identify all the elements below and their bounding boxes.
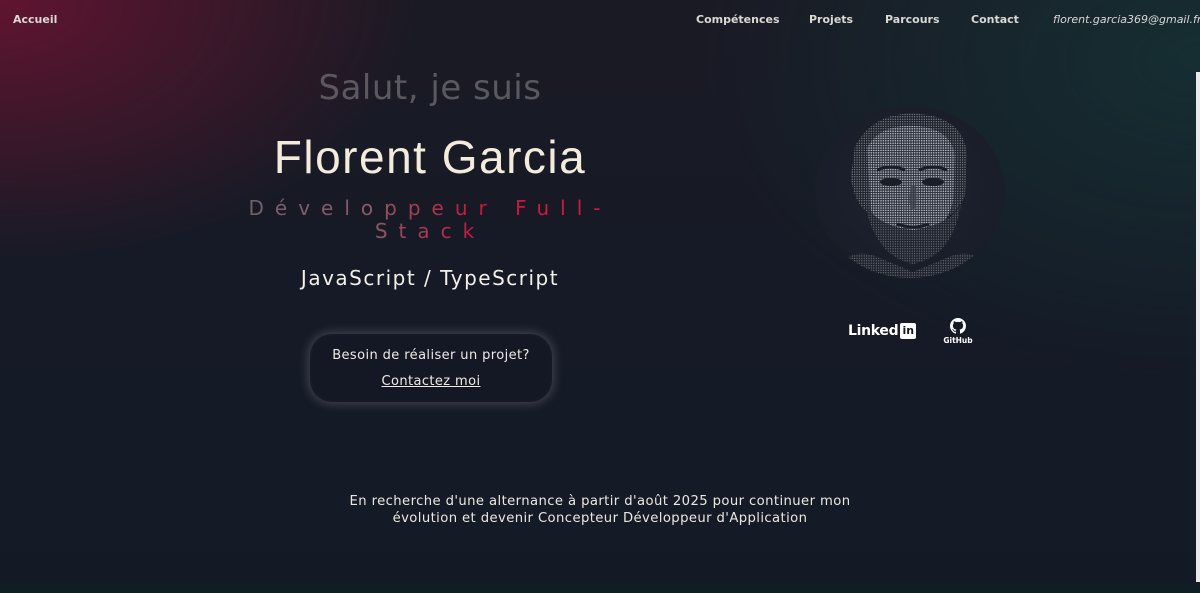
contact-me-link[interactable]: Contactez moi	[310, 374, 552, 389]
nav-projects-link[interactable]: Projets	[809, 13, 853, 26]
hero-name: Florent Garcia	[273, 131, 587, 183]
email-address: florent.garcia369@gmail.fr	[1053, 13, 1200, 26]
github-octocat-icon	[950, 318, 966, 334]
portrait-image	[835, 113, 991, 278]
linkedin-text: Linked	[848, 323, 899, 339]
social-links: Linked in GitHub	[848, 318, 988, 348]
portrait-avatar	[815, 106, 1005, 278]
cta-title: Besoin de réaliser un projet?	[332, 348, 530, 363]
nav-skills-link[interactable]: Compétences	[696, 13, 780, 26]
hero-stack: JavaScript / TypeScript	[300, 266, 560, 290]
alternance-note-line-1: En recherche d'une alternance à partir d…	[349, 494, 851, 509]
alternance-note: En recherche d'une alternance à partir d…	[270, 493, 930, 527]
linkedin-icon[interactable]: Linked in	[848, 321, 917, 341]
window-edge	[1196, 72, 1200, 582]
bottom-strip	[0, 583, 1200, 593]
hero-greeting: Salut, je suis	[318, 68, 542, 108]
github-icon[interactable]: GitHub	[942, 318, 974, 348]
top-navigation: Accueil Compétences Projets Parcours Con…	[0, 0, 1200, 40]
contact-cta-card: Besoin de réaliser un projet? Contactez …	[310, 334, 552, 402]
nav-contact-link[interactable]: Contact	[971, 13, 1019, 26]
alternance-note-line-2: évolution et devenir Concepteur Développ…	[392, 511, 808, 526]
github-label: GitHub	[943, 336, 973, 345]
hero-role: Développeur Full-Stack	[230, 197, 630, 243]
nav-home-link[interactable]: Accueil	[13, 13, 57, 26]
linkedin-in-box: in	[900, 323, 917, 339]
nav-path-link[interactable]: Parcours	[885, 13, 940, 26]
